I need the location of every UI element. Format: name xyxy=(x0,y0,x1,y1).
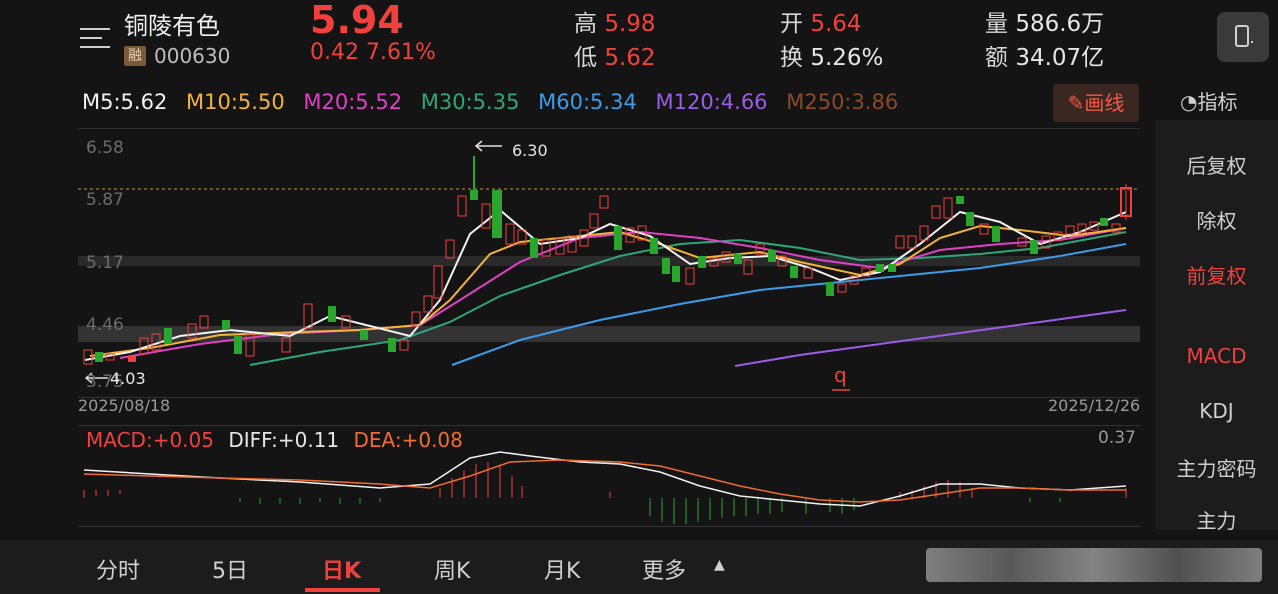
tab-more[interactable]: 更多 xyxy=(642,553,686,585)
ma30-line xyxy=(249,231,1127,366)
macd-legend: MACD:+0.05 DIFF:+0.11 DEA:+0.08 xyxy=(86,428,463,452)
caret-up-icon[interactable]: ▲ xyxy=(714,557,725,573)
dea-value: DEA:+0.08 xyxy=(353,428,463,452)
tab-intraday[interactable]: 分时 xyxy=(96,553,140,585)
y-tick-5.17: 5.17 xyxy=(86,253,124,273)
macd-max-tick: 0.37 xyxy=(1098,428,1136,448)
resistance-band xyxy=(78,256,1140,266)
y-tick-4.46: 4.46 xyxy=(86,315,124,335)
obscured-watermark xyxy=(926,548,1262,582)
tab-weekly-k[interactable]: 周K xyxy=(434,553,470,585)
x-start-date: 2025/08/18 xyxy=(78,396,171,415)
y-tick-6.58: 6.58 xyxy=(86,138,124,158)
y-tick-5.87: 5.87 xyxy=(86,190,124,210)
min-price-label: 4.03 xyxy=(110,369,146,388)
x-end-date: 2025/12/26 xyxy=(1048,396,1141,415)
active-tab-indicator xyxy=(305,588,380,592)
svg-text:q: q xyxy=(834,363,847,387)
macd-value: MACD:+0.05 xyxy=(86,428,214,452)
tab-daily-k[interactable]: 日K xyxy=(322,553,361,585)
tab-5day[interactable]: 5日 xyxy=(212,553,248,585)
tab-monthly-k[interactable]: 月K xyxy=(544,553,580,585)
diff-value: DIFF:+0.11 xyxy=(228,428,340,452)
max-price-label: 6.30 xyxy=(512,141,548,160)
